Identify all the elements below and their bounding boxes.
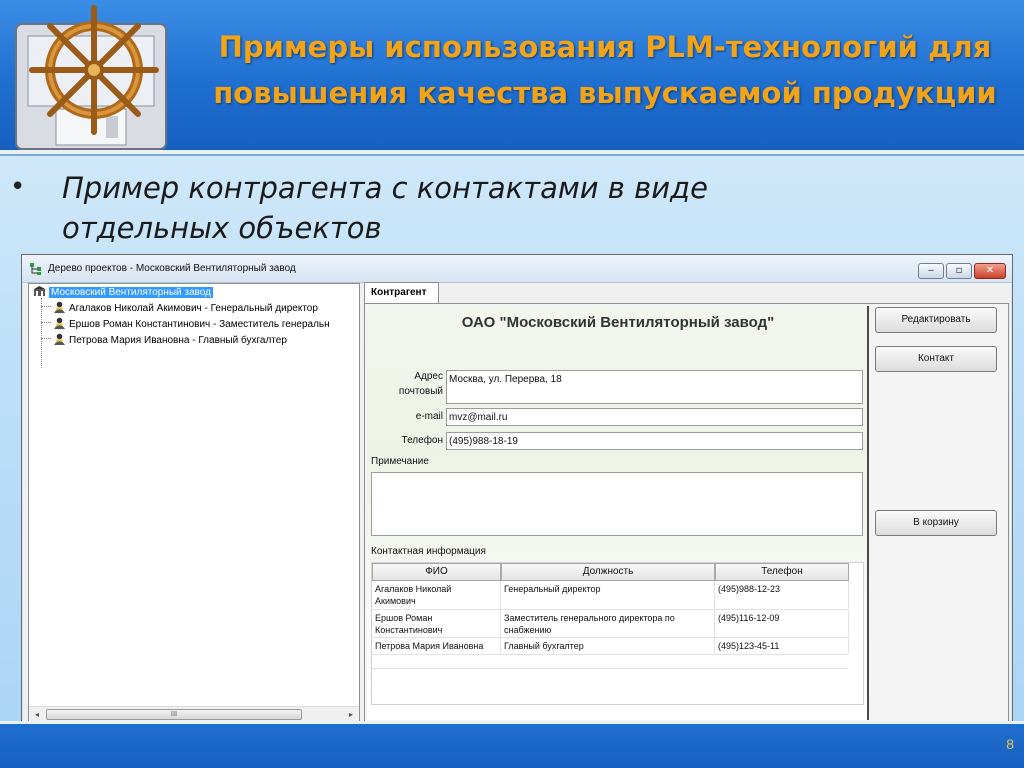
- phone-label: Телефон: [401, 435, 443, 446]
- bullet-text: Пример контрагента с контактами в виде о…: [62, 168, 962, 248]
- contacts-table[interactable]: ФИО Должность Телефон Агалаков Николай А…: [371, 562, 864, 705]
- cell-phone: (495)988-12-23: [715, 581, 849, 609]
- cell-name-line-1: Петрова Мария Ивановна: [375, 641, 484, 651]
- tree-node-contact[interactable]: Ершов Роман Константинович - Заместитель…: [41, 317, 330, 333]
- page-number: 8: [1006, 736, 1014, 752]
- window-titlebar[interactable]: Дерево проектов - Московский Вентиляторн…: [22, 255, 1012, 283]
- tree-node-label: Петрова Мария Ивановна - Главный бухгалт…: [69, 335, 287, 346]
- ship-wheel-logo-icon: [15, 5, 167, 150]
- cell-position-line-1: Заместитель генерального директора по: [504, 613, 675, 623]
- cell-name: Петрова Мария Ивановна: [372, 638, 501, 654]
- table-row[interactable]: Ершов Роман Константинович Заместитель г…: [372, 610, 849, 638]
- slide-footer: 8: [0, 721, 1024, 768]
- table-row-empty[interactable]: [372, 655, 848, 669]
- cell-name-line-1: Ершов Роман: [375, 613, 433, 623]
- maximize-icon: ▫: [955, 265, 963, 276]
- slide-title-line-2: повышения качества выпускаемой продукции: [213, 76, 997, 110]
- cell-position-line-1: Главный бухгалтер: [504, 641, 584, 651]
- tree-app-icon: [30, 263, 41, 275]
- address-label: Адрес почтовый: [371, 369, 443, 399]
- address-field[interactable]: Москва, ул. Перерва, 18: [446, 370, 863, 404]
- tree-node-company[interactable]: Московский Вентиляторный завод: [33, 285, 213, 301]
- cell-position-line-1: Генеральный директор: [504, 584, 601, 594]
- table-row[interactable]: Агалаков Николай Акимович Генеральный ди…: [372, 581, 849, 610]
- to-trash-button[interactable]: В корзину: [875, 510, 997, 536]
- edit-button[interactable]: Редактировать: [875, 307, 997, 333]
- window-title: Дерево проектов - Московский Вентиляторн…: [48, 263, 296, 274]
- scroll-left-icon[interactable]: ◂: [29, 707, 45, 722]
- cell-position: Главный бухгалтер: [501, 638, 715, 654]
- contacts-label: Контактная информация: [371, 546, 486, 557]
- email-field[interactable]: mvz@mail.ru: [446, 408, 863, 426]
- project-tree[interactable]: Московский Вентиляторный завод Агалаков …: [28, 283, 360, 723]
- column-header-phone[interactable]: Телефон: [715, 563, 849, 581]
- person-icon: [54, 301, 65, 313]
- minimize-icon: ‒: [927, 265, 935, 276]
- slide-title: Примеры использования PLM-технологий для…: [190, 24, 1020, 116]
- cell-name: Ершов Роман Константинович: [372, 610, 501, 637]
- cell-name-line-2: Константинович: [375, 625, 443, 635]
- tab-bar: Контрагент: [364, 282, 1009, 304]
- phone-field[interactable]: (495)988-18-19: [446, 432, 863, 450]
- cell-phone: (495)116-12-09: [715, 610, 849, 637]
- note-label: Примечание: [371, 456, 429, 467]
- slide-title-line-1: Примеры использования PLM-технологий для: [218, 30, 992, 64]
- scroll-thumb[interactable]: III: [46, 709, 302, 720]
- bullet-marker: •: [10, 172, 26, 202]
- tree-node-contact[interactable]: Агалаков Николай Акимович - Генеральный …: [41, 301, 318, 317]
- column-header-name[interactable]: ФИО: [372, 563, 501, 581]
- counterparty-form: ОАО "Московский Вентиляторный завод" Адр…: [367, 306, 869, 720]
- company-name: ОАО "Московский Вентиляторный завод": [461, 314, 775, 331]
- person-icon: [54, 317, 65, 329]
- email-label: e-mail: [415, 411, 443, 422]
- cell-name-line-1: Агалаков Николай: [375, 584, 452, 594]
- cell-phone: (495)123-45-11: [715, 638, 849, 654]
- close-icon: ✕: [985, 265, 995, 276]
- table-header: ФИО Должность Телефон: [372, 563, 852, 581]
- cell-position: Генеральный директор: [501, 581, 715, 609]
- cell-name: Агалаков Николай Акимович: [372, 581, 501, 609]
- tree-node-label: Агалаков Николай Акимович - Генеральный …: [69, 303, 318, 314]
- address-label-line-2: почтовый: [398, 386, 443, 397]
- horizontal-scrollbar[interactable]: ◂ III ▸: [29, 706, 359, 722]
- close-button[interactable]: ✕: [974, 263, 1006, 279]
- slide-header: Примеры использования PLM-технологий для…: [0, 0, 1024, 154]
- maximize-button[interactable]: ▫: [946, 263, 972, 279]
- contact-button[interactable]: Контакт: [875, 346, 997, 372]
- cell-name-line-2: Акимович: [375, 596, 416, 606]
- counterparty-panel: ОАО "Московский Вентиляторный завод" Адр…: [364, 303, 1009, 723]
- app-window: Дерево проектов - Московский Вентиляторн…: [21, 254, 1013, 728]
- building-icon: [34, 286, 45, 296]
- scroll-right-icon[interactable]: ▸: [343, 707, 359, 722]
- tree-node-label: Московский Вентиляторный завод: [49, 287, 213, 298]
- cell-position: Заместитель генерального директора по сн…: [501, 610, 715, 637]
- table-row[interactable]: Петрова Мария Ивановна Главный бухгалтер…: [372, 638, 849, 655]
- address-label-line-1: Адрес: [414, 371, 443, 382]
- person-icon: [54, 333, 65, 345]
- bullet-text-line-1: Пример контрагента с контактами в виде: [62, 171, 708, 205]
- tab-counterparty[interactable]: Контрагент: [364, 282, 439, 304]
- cell-position-line-2: снабжению: [504, 625, 552, 635]
- tree-node-label: Ершов Роман Константинович - Заместитель…: [69, 319, 330, 330]
- bullet-text-line-2: отдельных объектов: [62, 211, 382, 245]
- note-field[interactable]: [371, 472, 863, 536]
- minimize-button[interactable]: ‒: [918, 263, 944, 279]
- column-header-position[interactable]: Должность: [501, 563, 715, 581]
- tree-node-contact[interactable]: Петрова Мария Ивановна - Главный бухгалт…: [41, 333, 287, 349]
